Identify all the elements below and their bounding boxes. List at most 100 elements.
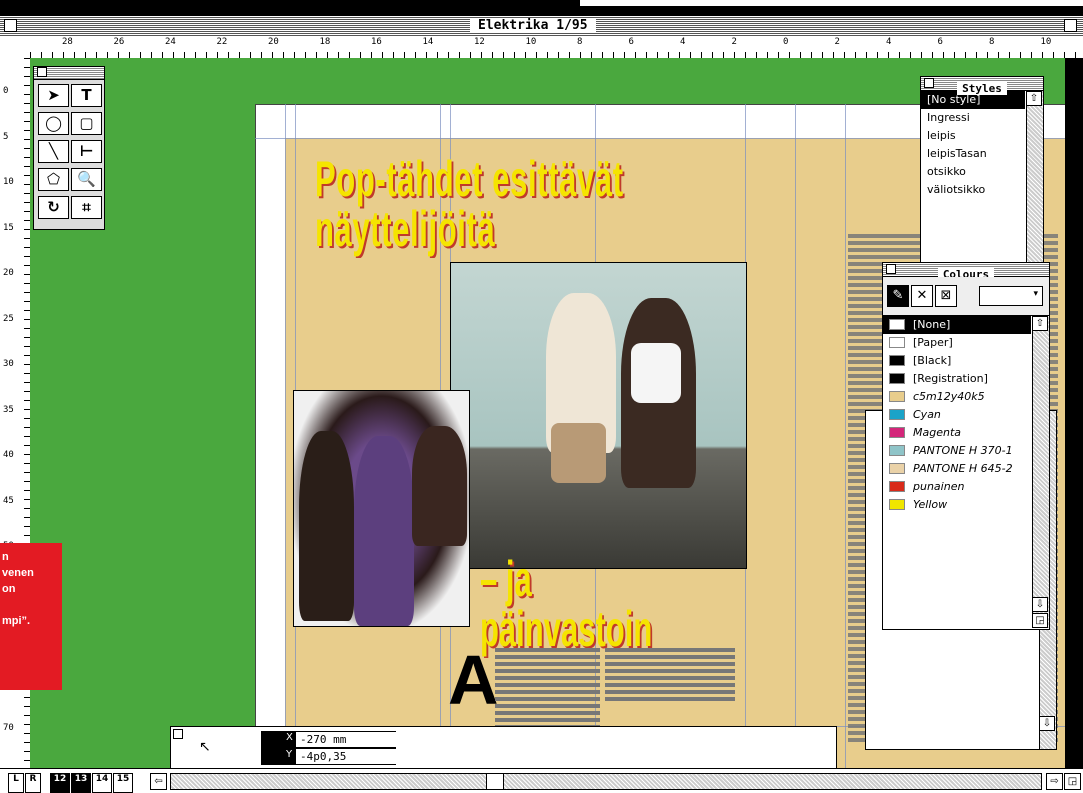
colour-list-item[interactable]: PANTONE H 370-1 — [883, 442, 1031, 460]
ruler-corner — [0, 36, 31, 59]
style-list-item[interactable]: leipisTasan — [921, 145, 1025, 163]
ruler-tick-label: 6 — [937, 37, 943, 47]
colour-list-item[interactable]: [None] — [883, 316, 1031, 334]
colours-scrollbar[interactable]: ⇧ ⇩ ◲ — [1032, 316, 1049, 628]
colour-list-item[interactable]: Yellow — [883, 496, 1031, 514]
photo-couple[interactable] — [450, 262, 747, 569]
colour-label: [None] — [913, 318, 951, 331]
y-label: Y — [286, 749, 293, 760]
measurements-bar[interactable]: ↖ X -270 mm Y -4p0,35 — [170, 726, 837, 770]
colour-list-item[interactable]: Cyan — [883, 406, 1031, 424]
tool-palette-title-bar[interactable] — [34, 67, 104, 80]
colour-list-item[interactable]: punainen — [883, 478, 1031, 496]
style-list-item[interactable]: Ingressi — [921, 109, 1025, 127]
background-colour-icon[interactable]: ⊠ — [935, 285, 957, 307]
page-tab[interactable]: 12 — [50, 773, 70, 793]
window-title-bar[interactable]: Elektrika 1/95 — [0, 16, 1083, 37]
colour-label: c5m12y40k5 — [913, 390, 985, 403]
y-coordinate-field[interactable]: -4p0,35 — [296, 749, 396, 764]
scroll-left-arrow[interactable]: ⇦ — [150, 773, 167, 790]
colour-list-item[interactable]: [Black] — [883, 352, 1031, 370]
ruler-tick-label: 4 — [680, 37, 686, 47]
page-tab[interactable]: 15 — [113, 773, 133, 793]
styles-close-box[interactable] — [924, 78, 934, 88]
tool-palette[interactable]: ➤ T ◯ ▢ ╲ ⊢ ⬠ 🔍 ↻ ⌗ — [33, 66, 105, 230]
styles-palette[interactable]: Styles [No style] Ingressi leipis leipisTas… — [920, 76, 1044, 268]
colour-label: [Black] — [913, 354, 952, 367]
ruler-tick-label: 14 — [422, 37, 434, 47]
colour-label: Magenta — [913, 426, 962, 439]
item-tool[interactable]: ➤ — [38, 84, 69, 107]
colour-label: PANTONE H 370-1 — [913, 444, 1013, 457]
column-guide — [845, 104, 846, 768]
ruler-tick-label: 22 — [216, 37, 228, 47]
zoom-box[interactable] — [1064, 19, 1077, 32]
orthogonal-line-tool[interactable]: ⊢ — [71, 140, 102, 163]
rotate-tool[interactable]: ↻ — [38, 196, 69, 219]
scroll-thumb[interactable] — [486, 774, 504, 789]
colour-list-item[interactable]: Magenta — [883, 424, 1031, 442]
scroll-down-arrow[interactable]: ⇩ — [1032, 597, 1048, 612]
resize-box[interactable]: ◲ — [1064, 773, 1081, 790]
horizontal-scrollbar[interactable] — [170, 773, 1042, 790]
colour-list-item[interactable]: [Paper] — [883, 334, 1031, 352]
scroll-up-arrow[interactable]: ⇧ — [1026, 91, 1042, 106]
colour-swatch — [889, 445, 905, 456]
style-list-item[interactable]: väliotsikko — [921, 181, 1025, 199]
drop-cap[interactable]: A — [448, 640, 499, 720]
colour-swatch — [889, 499, 905, 510]
column-guide — [795, 104, 796, 768]
resize-box[interactable]: ◲ — [1032, 613, 1048, 628]
scroll-down-arrow[interactable]: ⇩ — [1039, 716, 1055, 731]
colours-palette[interactable]: Colours ✎ ✕ ⊠ ▾ [None] [Paper] [Black] [Reg… — [882, 262, 1050, 630]
page-tab[interactable]: 14 — [92, 773, 112, 793]
ruler-tick-label: 5 — [3, 131, 9, 142]
scroll-right-arrow[interactable]: ⇨ — [1046, 773, 1063, 790]
frame-colour-icon[interactable]: ✎ — [887, 285, 909, 307]
colour-list-item[interactable]: c5m12y40k5 — [883, 388, 1031, 406]
photo-band[interactable] — [293, 390, 470, 627]
body-text-greeked[interactable] — [605, 648, 735, 703]
style-list-item[interactable]: leipis — [921, 127, 1025, 145]
subheadline[interactable]: – ja päinvastoin — [480, 554, 652, 654]
styles-palette-title-bar[interactable]: Styles — [921, 77, 1043, 95]
x-coordinate-field[interactable]: -270 mm — [296, 732, 396, 747]
ruler-tick-label: 10 — [1040, 37, 1052, 47]
rectangle-tool[interactable]: ▢ — [71, 112, 102, 135]
body-text-greeked[interactable] — [495, 648, 600, 728]
crop-tool[interactable]: ⌗ — [71, 196, 102, 219]
ruler-tick-label: 10 — [3, 177, 14, 187]
colour-list-item[interactable]: PANTONE H 645-2 — [883, 460, 1031, 478]
figure-shirt — [631, 343, 681, 403]
line-tool[interactable]: ╲ — [38, 140, 69, 163]
colour-label: Cyan — [913, 408, 941, 421]
text-tool[interactable]: T — [71, 84, 102, 107]
top-bar-strip — [580, 0, 1083, 6]
page-tab[interactable]: L — [8, 773, 24, 793]
horizontal-ruler[interactable]: 28 26 24 22 20 18 16 14 12 10 8 6 4 2 0 2 4 6 8 10 — [30, 36, 1083, 59]
style-list-item[interactable]: otsikko — [921, 163, 1025, 181]
ruler-tick-label: 28 — [62, 37, 73, 47]
colour-swatch — [889, 337, 905, 348]
ruler-tick-label: 16 — [371, 37, 382, 47]
polygon-tool[interactable]: ⬠ — [38, 168, 69, 191]
tool-palette-close-box[interactable] — [37, 67, 47, 77]
zoom-tool[interactable]: 🔍 — [71, 168, 102, 191]
colour-list-item[interactable]: [Registration] — [883, 370, 1031, 388]
ruler-tick-label: 30 — [3, 359, 14, 369]
measurements-close-box[interactable] — [173, 729, 183, 739]
shade-dropdown[interactable]: ▾ — [979, 286, 1043, 306]
colours-close-box[interactable] — [886, 264, 896, 274]
content-colour-icon[interactable]: ✕ — [911, 285, 933, 307]
ruler-tick-label: 45 — [3, 495, 14, 506]
colour-swatch — [889, 427, 905, 438]
scroll-up-arrow[interactable]: ⇧ — [1032, 316, 1048, 331]
page-tab[interactable]: R — [25, 773, 41, 793]
page-tab[interactable]: 13 — [71, 773, 91, 793]
close-box[interactable] — [4, 19, 17, 32]
oval-tool[interactable]: ◯ — [38, 112, 69, 135]
side-note-box: n venen on mpi”. — [0, 543, 62, 690]
styles-scrollbar[interactable]: ⇧ — [1026, 91, 1043, 266]
headline[interactable]: Pop-tähdet esittävät näyttelijöitä — [315, 154, 786, 254]
colours-palette-title-bar[interactable]: Colours — [883, 263, 1049, 281]
